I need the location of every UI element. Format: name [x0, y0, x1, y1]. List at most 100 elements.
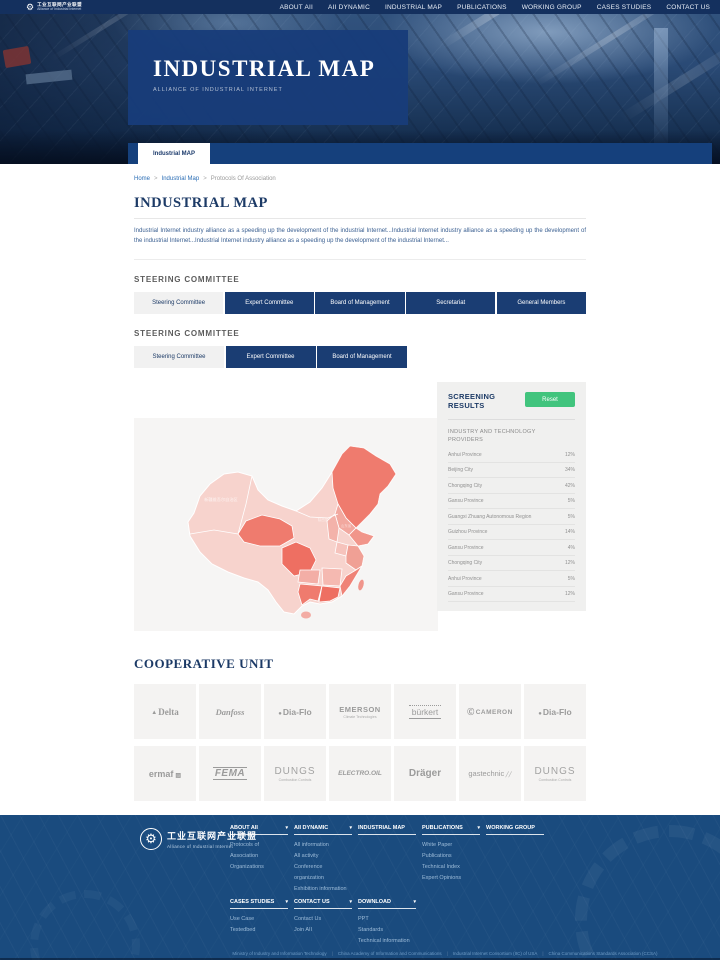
- partner-logo-fema[interactable]: FEMA: [199, 746, 261, 801]
- footer-link[interactable]: Expert Opinions: [422, 873, 480, 884]
- china-choropleth-map[interactable]: 新疆维吾尔自治区 陕西省 山东省: [134, 418, 438, 631]
- map-label-shandong: 山东省: [341, 523, 352, 528]
- map-section: 新疆维吾尔自治区 陕西省 山东省 SCREENING RESULTS Reset…: [134, 382, 586, 631]
- nav-item-contact-us[interactable]: CONTACT US: [666, 4, 710, 11]
- partner-logo-electro-oil[interactable]: ELECTRO.OIL: [329, 746, 391, 801]
- partner-logo-delta[interactable]: Delta: [134, 684, 196, 739]
- breadcrumb-industrial-map[interactable]: Industrial Map: [162, 176, 200, 182]
- tab-general-members[interactable]: General Members: [497, 292, 586, 314]
- footer-link[interactable]: Protocols of Association: [230, 840, 288, 862]
- hero-sub-nav-bar: Industrial MAP: [128, 143, 712, 164]
- footer-link[interactable]: Join AII: [294, 925, 352, 936]
- footer-link[interactable]: Publications: [422, 851, 480, 862]
- partner-logo-emerson[interactable]: EMERSON Climate Technologies: [329, 684, 391, 739]
- footer-col-about-aii: ABOUT AII ▾ Protocols of Association Org…: [230, 825, 288, 895]
- footer-link[interactable]: Organizations: [230, 862, 288, 873]
- province-label: Gansu Province: [448, 498, 484, 504]
- caret-down-icon: ▾: [349, 825, 352, 831]
- nav-item-publications[interactable]: PUBLICATIONS: [457, 4, 507, 11]
- footer-link[interactable]: Standards: [358, 925, 416, 936]
- footer-bottom-link[interactable]: Industrial Internet Consortium (IIC) of …: [453, 951, 538, 956]
- screening-row: Anhui Province 12%: [448, 447, 575, 463]
- breadcrumb-home[interactable]: Home: [134, 176, 150, 182]
- caret-down-icon: ▾: [285, 825, 288, 831]
- province-label: Anhui Province: [448, 576, 482, 582]
- partner-logo-cameron[interactable]: CAMERON: [459, 684, 521, 739]
- footer-link[interactable]: All activity: [294, 851, 352, 862]
- nav-item-working-group[interactable]: WORKING GROUP: [522, 4, 582, 11]
- screening-row: Gansu Province 4%: [448, 540, 575, 556]
- reset-button[interactable]: Reset: [525, 392, 575, 407]
- footer-link[interactable]: Technical information: [358, 936, 416, 947]
- footer-link[interactable]: Technical Index: [422, 862, 480, 873]
- province-value: 14%: [565, 529, 575, 535]
- screening-rows: Anhui Province 12% Beijing City 34% Chon…: [448, 447, 575, 602]
- footer-bottom-links: Ministry of Industry and Information Tec…: [170, 951, 720, 956]
- province-label: Guizhou Province: [448, 529, 487, 535]
- tab-board-of-management-2[interactable]: Board of Management: [317, 346, 407, 368]
- partner-logo-ermaf[interactable]: ermaf: [134, 746, 196, 801]
- footer-col-industrial-map: INDUSTRIAL MAP: [358, 825, 416, 895]
- nav-item-about-aii[interactable]: ABOUT AII: [280, 4, 313, 11]
- footer-nav-row-1: ABOUT AII ▾ Protocols of Association Org…: [230, 825, 544, 895]
- province-value: 34%: [565, 467, 575, 473]
- footer-link[interactable]: Testedbed: [230, 925, 288, 936]
- tab-steering-committee-2[interactable]: Steering Committee: [134, 346, 224, 368]
- page-description: Industrial Internet industry alliance as…: [134, 226, 586, 246]
- partner-logo-burkert[interactable]: bürkert: [394, 684, 456, 739]
- partner-logo-dungs-2[interactable]: DUNGS Combustion Controls: [524, 746, 586, 801]
- province-label: Beijing City: [448, 467, 473, 473]
- footer-col-contact-us: CONTACT US ▾ Contact Us Join AII: [294, 899, 352, 947]
- footer-bottom-link[interactable]: China Academy of Information and Communi…: [338, 951, 442, 956]
- partner-logo-draeger[interactable]: Dräger: [394, 746, 456, 801]
- province-value: 5%: [568, 498, 575, 504]
- divider: [134, 259, 586, 260]
- province-label: Guangxi Zhuang Autonomous Region: [448, 514, 531, 520]
- brand-logo[interactable]: ⚙ 工业互联网产业联盟 Alliance of Industrial Inter…: [26, 3, 82, 12]
- screening-row: Guangxi Zhuang Autonomous Region 5%: [448, 509, 575, 525]
- footer-link[interactable]: Exhibition information: [294, 884, 352, 895]
- province-value: 4%: [568, 545, 575, 551]
- breadcrumb: Home > Industrial Map > Protocols Of Ass…: [134, 176, 586, 182]
- tab-secretariat[interactable]: Secretariat: [406, 292, 495, 314]
- hainan-island: [301, 612, 311, 619]
- footer-link[interactable]: PPT: [358, 914, 416, 925]
- partner-logo-danfoss[interactable]: Danfoss: [199, 684, 261, 739]
- nav-item-aii-dynamic[interactable]: AII DYNAMIC: [328, 4, 370, 11]
- footer-link[interactable]: Conference organization: [294, 862, 352, 884]
- province-value: 12%: [565, 591, 575, 597]
- china-map-svg: 新疆维吾尔自治区 陕西省 山东省: [134, 418, 438, 631]
- page-title: INDUSTRIAL MAP: [134, 195, 586, 212]
- hero-active-tab[interactable]: Industrial MAP: [138, 143, 210, 164]
- tab-board-of-management-1[interactable]: Board of Management: [315, 292, 404, 314]
- partner-logo-dungs[interactable]: DUNGS Combustion Controls: [264, 746, 326, 801]
- province-value: 12%: [565, 452, 575, 458]
- footer-link[interactable]: Contact Us: [294, 914, 352, 925]
- province-label: Chongqing City: [448, 483, 482, 489]
- tab-expert-committee-2[interactable]: Expert Committee: [226, 346, 316, 368]
- partner-logo-dia-flo-2[interactable]: Dia-Flo: [524, 684, 586, 739]
- partner-logo-dia-flo[interactable]: Dia-Flo: [264, 684, 326, 739]
- tab-expert-committee-1[interactable]: Expert Committee: [225, 292, 314, 314]
- committee-tabs-1: Steering Committee Expert Committee Boar…: [134, 292, 586, 314]
- hero-title: INDUSTRIAL MAP: [153, 56, 408, 82]
- screening-subtitle: INDUSTRY AND TECHNOLOGY PROVIDERS: [448, 428, 558, 444]
- nav-item-industrial-map[interactable]: INDUSTRIAL MAP: [385, 4, 442, 11]
- nav-item-cases-studies[interactable]: CASES STUDIES: [597, 4, 652, 11]
- partner-logo-gastechnic[interactable]: gastechnic: [459, 746, 521, 801]
- footer-bottom-link[interactable]: China Communications Standards Associati…: [549, 951, 658, 956]
- footer-link[interactable]: All information: [294, 840, 352, 851]
- province-label: Anhui Province: [448, 452, 482, 458]
- footer-bottom-link[interactable]: Ministry of Industry and Information Tec…: [232, 951, 326, 956]
- brand-name-en: Alliance of Industrial Internet: [37, 8, 82, 12]
- breadcrumb-separator: >: [203, 176, 207, 182]
- footer-link[interactable]: White Paper: [422, 840, 480, 851]
- taiwan-island: [357, 579, 365, 591]
- hero-title-box: INDUSTRIAL MAP ALLIANCE OF INDUSTRIAL IN…: [128, 30, 408, 125]
- gear-icon: ⚙: [140, 828, 162, 850]
- province-label: Gansu Province: [448, 591, 484, 597]
- screening-row: Guizhou Province 14%: [448, 525, 575, 541]
- tab-steering-committee-1[interactable]: Steering Committee: [134, 292, 223, 314]
- footer-link[interactable]: Use Case: [230, 914, 288, 925]
- main-nav: ABOUT AII AII DYNAMIC INDUSTRIAL MAP PUB…: [280, 4, 710, 11]
